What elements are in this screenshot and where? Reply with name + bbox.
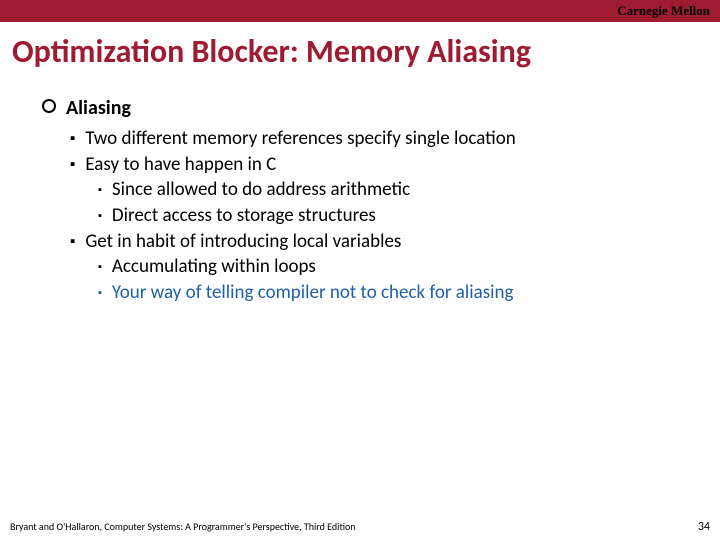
- heading-aliasing: Aliasing: [42, 95, 690, 122]
- bullet-easy-in-c: Easy to have happen in C: [70, 152, 690, 178]
- content-area: Aliasing Two different memory references…: [0, 77, 720, 305]
- brand-label: Carnegie Mellon: [617, 3, 710, 19]
- page-number: 34: [698, 520, 710, 534]
- bullet-direct-access: Direct access to storage structures: [98, 203, 690, 229]
- slide: Carnegie Mellon Optimization Blocker: Me…: [0, 0, 720, 540]
- bullet-compiler-aliasing: Your way of telling compiler not to chec…: [98, 280, 690, 306]
- bullet-local-vars: Get in habit of introducing local variab…: [70, 229, 690, 255]
- footer: Bryant and O'Hallaron, Computer Systems:…: [10, 520, 710, 534]
- top-bar: [0, 0, 720, 22]
- slide-title: Optimization Blocker: Memory Aliasing: [0, 22, 720, 77]
- footer-text: Bryant and O'Hallaron, Computer Systems:…: [10, 520, 356, 533]
- bullet-accumulating: Accumulating within loops: [98, 254, 690, 280]
- bullet-address-arithmetic: Since allowed to do address arithmetic: [98, 177, 690, 203]
- bullet-two-refs: Two different memory references specify …: [70, 126, 690, 152]
